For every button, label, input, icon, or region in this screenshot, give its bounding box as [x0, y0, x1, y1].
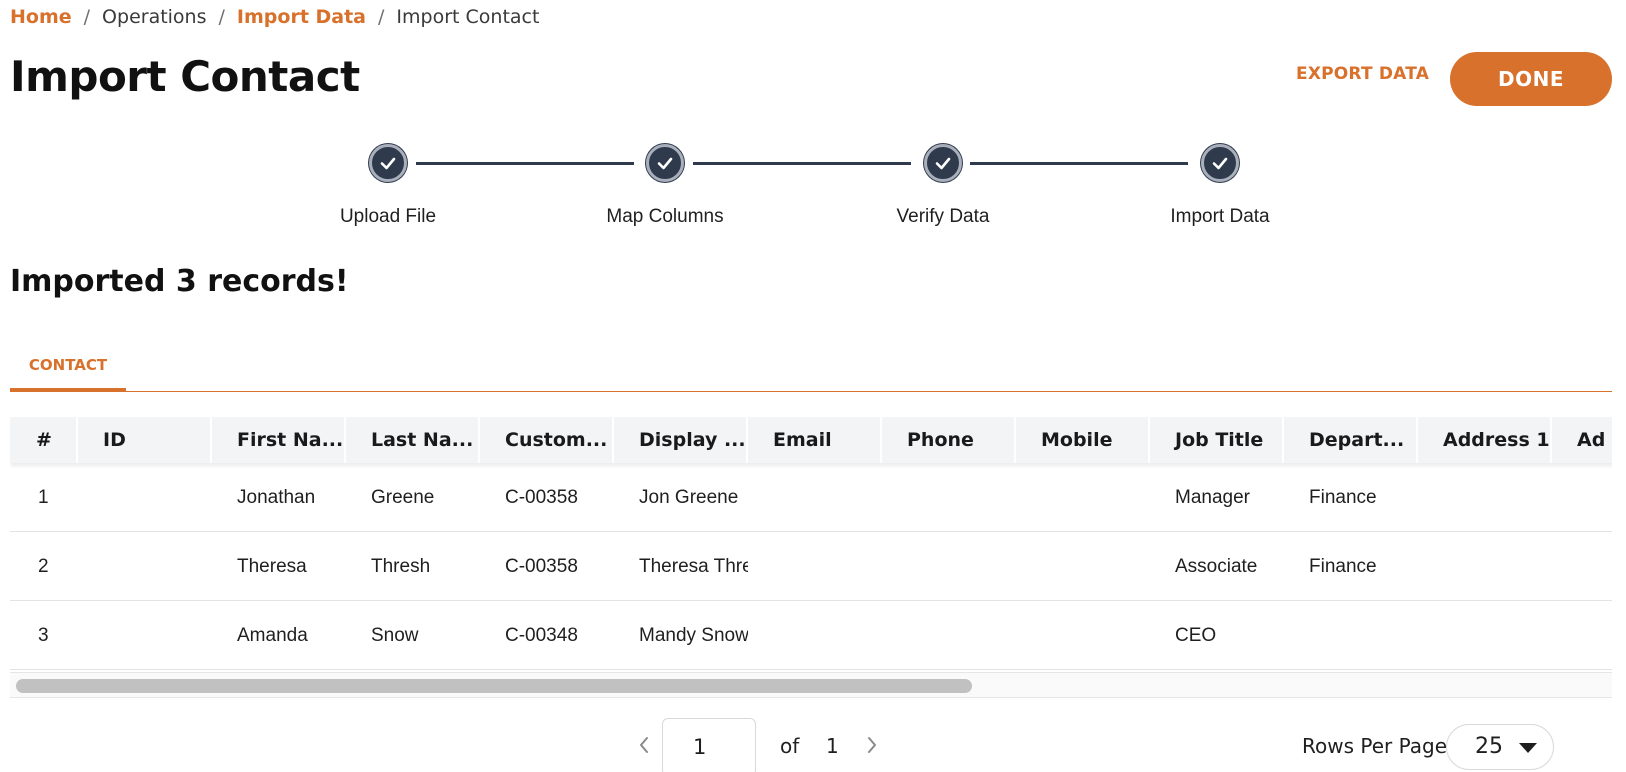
table-cell: Finance	[1309, 556, 1377, 577]
table-cell	[1552, 532, 1612, 601]
step-connector	[970, 162, 1188, 165]
breadcrumb-separator: /	[378, 6, 385, 28]
breadcrumb-home[interactable]: Home	[10, 6, 72, 28]
table-cell: Manager	[1175, 487, 1250, 508]
export-data-button[interactable]: EXPORT DATA	[1296, 64, 1429, 84]
table-cell	[1418, 532, 1552, 601]
table-cell: 1	[38, 487, 49, 508]
table-cell	[1016, 463, 1150, 532]
table-cell: Snow	[371, 625, 419, 646]
table-cell: Jon Greene	[639, 487, 739, 508]
entity-tabs: CONTACT	[10, 348, 1612, 392]
table-cell: C-00358	[505, 487, 578, 508]
column-header[interactable]: Custom...	[480, 417, 614, 463]
table-cell: Theresa Thre	[639, 556, 748, 577]
table-cell	[1552, 601, 1612, 670]
table-cell: Amanda	[237, 625, 308, 646]
rows-per-page-select[interactable]: 25	[1446, 724, 1554, 770]
step-upload-file	[369, 144, 407, 182]
step-label: Upload File	[339, 206, 437, 227]
table-cell	[882, 463, 1016, 532]
table-cell: 2	[38, 556, 49, 577]
breadcrumb-separator: /	[83, 6, 91, 28]
table-cell: Thresh	[371, 556, 431, 577]
table-cell: C-00348	[505, 625, 578, 646]
table-row[interactable]: 2 Theresa Thresh C-00358 Theresa Thre As…	[10, 532, 1612, 601]
scrollbar-thumb[interactable]	[16, 679, 972, 693]
table-cell	[78, 532, 212, 601]
table-cell: Jonathan	[237, 487, 316, 508]
table-row[interactable]: 3 Amanda Snow C-00348 Mandy Snow CEO	[10, 601, 1612, 670]
table-cell: 3	[38, 625, 49, 646]
breadcrumb-operations: Operations	[102, 6, 207, 28]
column-header[interactable]: Last Na...	[346, 417, 480, 463]
column-header[interactable]: Mobile	[1016, 417, 1150, 463]
column-header[interactable]: Address 1	[1418, 417, 1552, 463]
horizontal-scrollbar[interactable]	[10, 672, 1612, 698]
step-verify-data	[924, 144, 962, 182]
column-header[interactable]: Phone	[882, 417, 1016, 463]
table-cell	[1016, 601, 1150, 670]
rows-per-page-value: 25	[1475, 734, 1503, 759]
table-cell: Mandy Snow	[639, 625, 748, 646]
column-header[interactable]: Job Title	[1150, 417, 1284, 463]
column-header[interactable]: Ad	[1552, 417, 1612, 463]
table-cell: C-00358	[505, 556, 578, 577]
table-cell	[1284, 601, 1418, 670]
step-label: Map Columns	[606, 206, 724, 227]
table-cell	[882, 601, 1016, 670]
table-cell	[882, 532, 1016, 601]
breadcrumb-import-data[interactable]: Import Data	[237, 6, 366, 28]
rows-per-page-label: Rows Per Page	[1302, 734, 1448, 758]
column-header[interactable]: Depart...	[1284, 417, 1418, 463]
page-number-input[interactable]	[662, 718, 756, 772]
column-header[interactable]: First Na...	[212, 417, 346, 463]
check-icon	[1212, 157, 1228, 170]
breadcrumb: Home / Operations / Import Data / Import…	[10, 6, 539, 28]
breadcrumb-current: Import Contact	[396, 6, 540, 28]
table-cell	[1418, 601, 1552, 670]
step-import-data	[1201, 144, 1239, 182]
table-cell: Finance	[1309, 487, 1377, 508]
column-header[interactable]: #	[10, 417, 78, 463]
step-connector	[693, 162, 911, 165]
table-cell: Greene	[371, 487, 435, 508]
import-stepper: Upload File Map Columns Verify Data Impo…	[0, 140, 1626, 240]
table-header: # ID First Na... Last Na... Custom... Di…	[10, 417, 1612, 463]
chevron-right-icon[interactable]	[862, 732, 882, 758]
page-title: Import Contact	[10, 52, 360, 101]
total-pages: 1	[826, 734, 839, 758]
table-cell	[748, 532, 882, 601]
column-header[interactable]: Display ...	[614, 417, 748, 463]
table-row[interactable]: 1 Jonathan Greene C-00358 Jon Greene Man…	[10, 463, 1612, 532]
table-cell	[1552, 463, 1612, 532]
step-label: Import Data	[1170, 206, 1270, 227]
table-cell: Theresa	[237, 556, 307, 577]
table-cell	[78, 463, 212, 532]
import-result-message: Imported 3 records!	[10, 264, 349, 299]
column-header[interactable]: Email	[748, 417, 882, 463]
table-cell	[78, 601, 212, 670]
tab-contact[interactable]: CONTACT	[10, 348, 126, 392]
caret-down-icon	[1519, 743, 1537, 753]
page-of-label: of	[780, 734, 800, 758]
table-cell	[1418, 463, 1552, 532]
done-button[interactable]: DONE	[1450, 52, 1612, 106]
breadcrumb-separator: /	[218, 6, 225, 28]
step-map-columns	[646, 144, 684, 182]
check-icon	[657, 157, 673, 170]
contacts-table: # ID First Na... Last Na... Custom... Di…	[10, 417, 1612, 713]
check-icon	[935, 157, 951, 170]
table-cell	[748, 601, 882, 670]
step-label: Verify Data	[896, 206, 990, 227]
table-cell: Associate	[1175, 556, 1258, 577]
step-connector	[416, 162, 634, 165]
table-cell: CEO	[1175, 625, 1217, 646]
table-cell	[1016, 532, 1150, 601]
chevron-left-icon[interactable]	[634, 732, 654, 758]
table-cell	[748, 463, 882, 532]
column-header[interactable]: ID	[78, 417, 212, 463]
check-icon	[380, 157, 396, 170]
